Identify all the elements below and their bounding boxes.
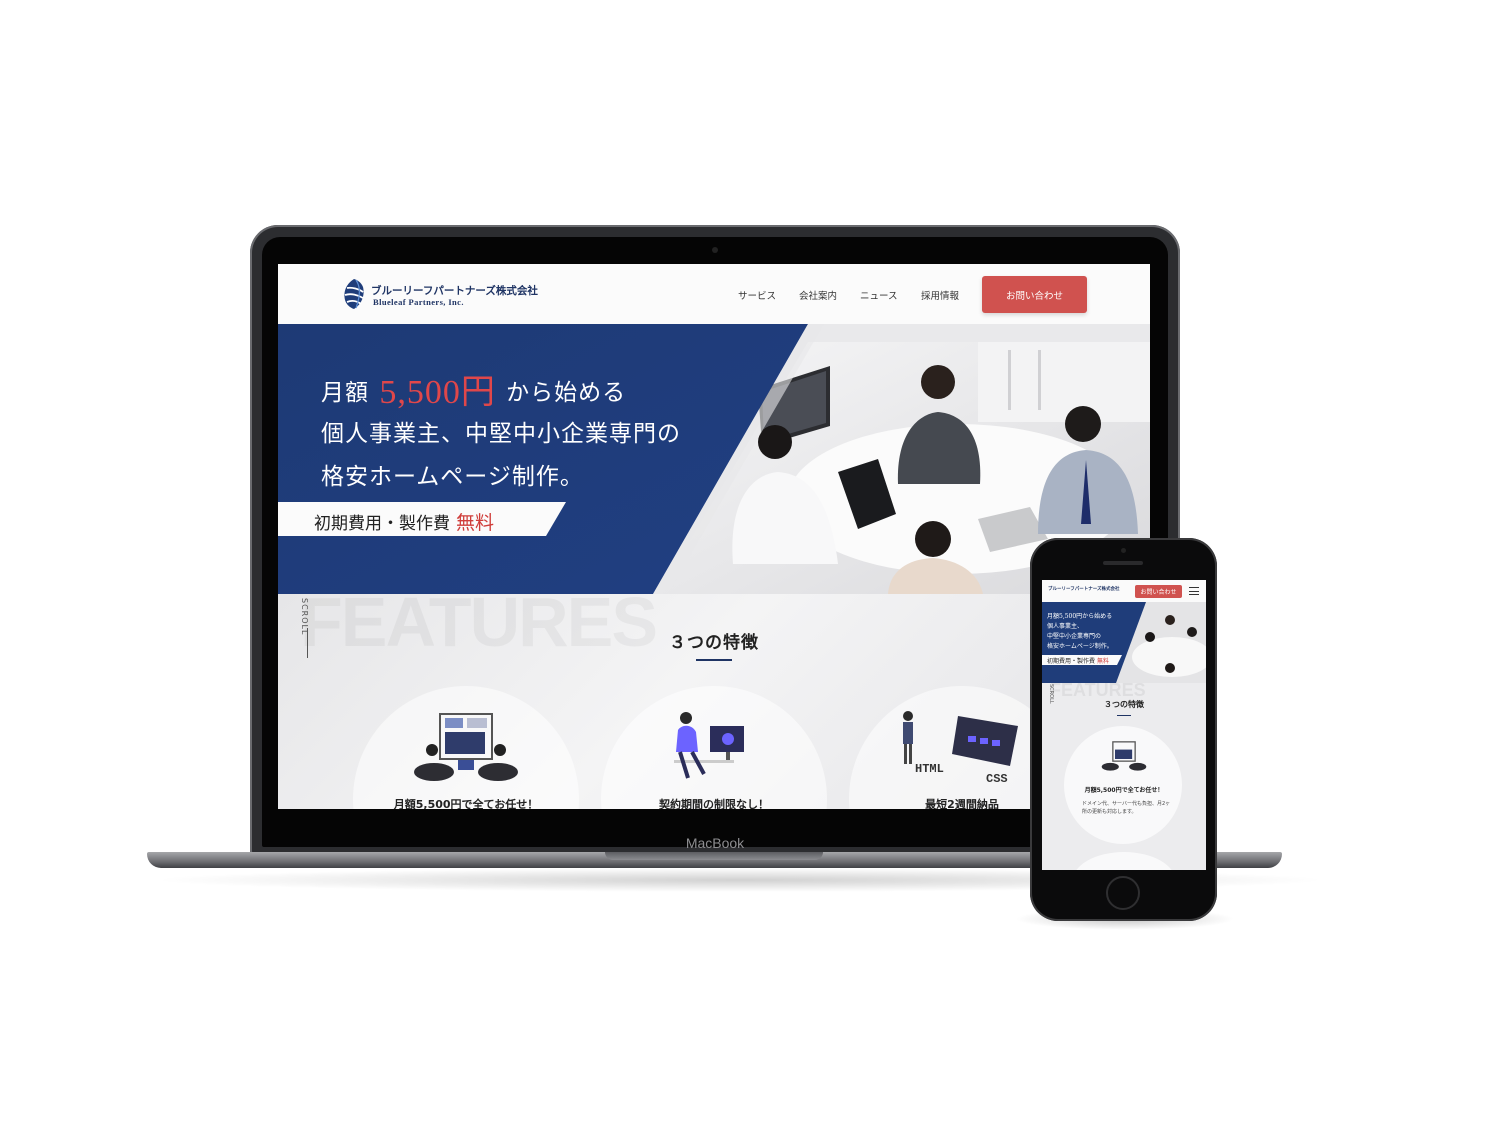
hero-ribbon-text: 初期費用・製作費 [314, 514, 450, 534]
phone-home-button[interactable] [1106, 876, 1140, 910]
hero-headline-line3: 格安ホームページ制作。 [321, 464, 584, 490]
phone-camera [1121, 548, 1126, 553]
laptop-camera [712, 247, 718, 253]
nav-item-recruit[interactable]: 採用情報 [921, 288, 959, 302]
contact-button[interactable]: お問い合わせ [982, 276, 1087, 313]
mobile-hero-line1: 月額5,500円から始める [1047, 613, 1113, 620]
mobile-hero-line4: 格安ホームページ制作。 [1047, 643, 1113, 650]
hero-section: 月額 5,500円 から始める 個人事業主、中堅中小企業専門の 格安ホームページ… [278, 324, 1150, 594]
mobile-hero-ribbon: 初期費用・製作費 無料 [1047, 656, 1109, 665]
mobile-feature-card-2[interactable] [1072, 852, 1176, 870]
hero-headline-line1: 月額 5,500円 から始める [321, 364, 626, 413]
phone-speaker [1103, 561, 1143, 565]
mobile-hero-ribbon-text: 初期費用・製作費 [1047, 658, 1096, 665]
hero-ribbon: 初期費用・製作費 無料 [314, 508, 494, 535]
mobile-contact-button[interactable]: お問い合わせ [1135, 585, 1182, 598]
feature-caption-2: 契約期間の制限なし！ [659, 798, 769, 809]
mobile-features-underline [1117, 715, 1131, 716]
mobile-features-bg-word: FEATURES [1050, 680, 1146, 700]
team-work-illustration-icon [414, 713, 518, 781]
html-label: HTML [915, 762, 944, 776]
company-name-jp[interactable]: ブルーリーフパートナーズ株式会社 [371, 283, 538, 298]
site-header: ブルーリーフパートナーズ株式会社 Blueleaf Partners, Inc.… [278, 264, 1150, 324]
company-name-en: Blueleaf Partners, Inc. [373, 297, 464, 307]
nav-item-service[interactable]: サービス [738, 288, 776, 302]
logo-leaf-icon[interactable] [342, 278, 366, 310]
mobile-feature-caption-1: 月額5,500円で全てお任せ！ [1084, 787, 1164, 794]
feature-caption-1: 月額5,500円で全てお任せ！ [393, 798, 539, 809]
mobile-company-name[interactable]: ブルーリーフパートナーズ株式会社 [1048, 586, 1120, 592]
hero-headline-line2: 個人事業主、中堅中小企業専門の [321, 421, 681, 447]
mobile-features-title: ３つの特徴 [1104, 700, 1144, 709]
mobile-hero-ribbon-free: 無料 [1096, 658, 1109, 665]
mobile-hero-line2: 個人事業主、 [1047, 623, 1084, 630]
mobile-hero-line3: 中堅中小企業専門の [1047, 633, 1102, 640]
hamburger-menu-icon[interactable] [1189, 587, 1199, 595]
features-title-underline [696, 659, 732, 661]
phone-screen: ブルーリーフパートナーズ株式会社 お問い合わせ 月額5,500円から始める 個人… [1042, 580, 1206, 870]
nav-item-news[interactable]: ニュース [860, 288, 898, 302]
features-section: FEATURES SCROLL ３つの特徴 [278, 583, 1150, 809]
mockup-stage: ブルーリーフパートナーズ株式会社 Blueleaf Partners, Inc.… [0, 0, 1500, 1125]
css-label: CSS [986, 772, 1008, 786]
laptop-notch [605, 852, 823, 860]
hero-ribbon-free: 無料 [456, 512, 495, 534]
laptop-screen: ブルーリーフパートナーズ株式会社 Blueleaf Partners, Inc.… [278, 264, 1150, 809]
mobile-hero: 月額5,500円から始める 個人事業主、 中堅中小企業専門の 格安ホームページ制… [1042, 602, 1206, 683]
features-title: ３つの特徴 [669, 633, 759, 653]
hero-line1-prefix: 月額 [321, 380, 369, 406]
hero-price: 5,500円 [379, 374, 496, 411]
mobile-header: ブルーリーフパートナーズ株式会社 お問い合わせ [1042, 580, 1206, 602]
hero-line1-suffix: から始める [506, 380, 627, 406]
nav-item-company[interactable]: 会社案内 [799, 288, 837, 302]
mobile-team-illustration-icon [1101, 741, 1147, 771]
remote-work-illustration-icon [674, 712, 744, 779]
mobile-feature-desc-1: ドメイン代、サーバー代も負担、月2ヶ所の更新も対応します。 [1082, 801, 1171, 815]
